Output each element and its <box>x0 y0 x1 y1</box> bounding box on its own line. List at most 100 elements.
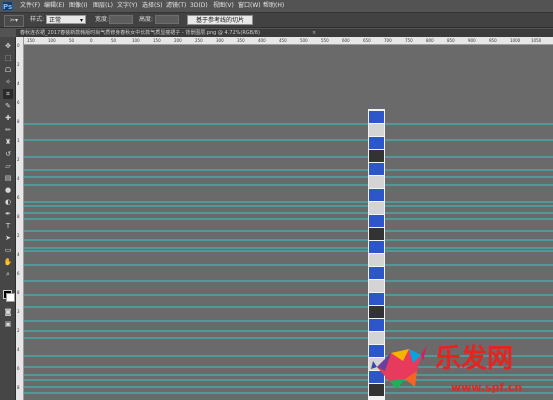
hand-tool-icon[interactable]: ✋ <box>3 257 13 267</box>
width-label: 宽度: <box>95 16 110 23</box>
product-thumbnail <box>369 163 384 175</box>
brush-tool-icon[interactable]: ✏ <box>3 125 13 135</box>
path-selection-tool-icon[interactable]: ➤ <box>3 233 13 243</box>
shape-tool-icon[interactable]: ▭ <box>3 245 13 255</box>
lasso-tool-icon[interactable]: ᗝ <box>3 65 13 75</box>
ruler-tick-label: 100 <box>132 38 140 43</box>
watermark-brand: 乐发网 <box>435 343 513 374</box>
blur-tool-icon[interactable]: ● <box>3 185 13 195</box>
magic-wand-tool-icon[interactable]: ✧ <box>3 77 13 87</box>
chevron-down-icon: ▾ <box>79 17 83 24</box>
ruler-tick-label: 8 <box>17 290 20 295</box>
product-thumbnail <box>369 137 384 149</box>
menu-edit[interactable]: 编辑(E) <box>44 2 64 10</box>
product-thumbnail <box>369 111 384 123</box>
ruler-tick-label: 6 <box>17 100 20 105</box>
move-tool-icon[interactable]: ✥ <box>3 41 13 51</box>
document-tab[interactable]: 春秋连衣裙_2017春装新款韩版时尚气质修身春秋女中长款气质显瘦裙子 - 背景图… <box>20 29 260 37</box>
type-tool-icon[interactable]: T <box>3 221 13 231</box>
menu-bar: Ps 文件(F) 编辑(E) 图像(I) 图层(L) 文字(Y) 选择(S) 滤… <box>0 0 553 12</box>
product-thumbnail <box>369 202 384 214</box>
product-thumbnail <box>369 267 384 279</box>
menu-help[interactable]: 帮助(H) <box>263 2 284 10</box>
ruler-tick-label: 8 <box>17 214 20 219</box>
zoom-tool-icon[interactable]: ⌕ <box>3 269 13 279</box>
ruler-tick-label: 8 <box>17 119 20 124</box>
ruler-tick-label: 150 <box>27 38 35 43</box>
gradient-tool-icon[interactable]: ▤ <box>3 173 13 183</box>
dodge-tool-icon[interactable]: ◐ <box>3 197 13 207</box>
width-field[interactable] <box>109 15 133 24</box>
ruler-tick-label: 1050 <box>531 38 542 43</box>
menu-filter[interactable]: 滤镜(T) <box>166 2 186 10</box>
menu-3d[interactable]: 3D(D) <box>190 2 208 10</box>
style-label: 样式: <box>30 16 45 23</box>
healing-brush-tool-icon[interactable]: ✚ <box>3 113 13 123</box>
ruler-tick-label: 600 <box>342 38 350 43</box>
bull-logo-icon <box>371 345 427 389</box>
height-label: 高度: <box>139 16 154 23</box>
screen-mode-icon[interactable]: ▣ <box>3 319 13 329</box>
ruler-tick-label: 4 <box>17 347 20 352</box>
ruler-tick-label: 200 <box>174 38 182 43</box>
product-thumbnail <box>369 124 384 136</box>
ruler-tick-label: 950 <box>489 38 497 43</box>
menu-file[interactable]: 文件(F) <box>20 2 40 10</box>
ruler-tick-label: 700 <box>384 38 392 43</box>
ruler-tick-label: 4 <box>17 252 20 257</box>
ruler-tick-label: 1 <box>17 138 20 143</box>
menu-type[interactable]: 文字(Y) <box>117 2 137 10</box>
ruler-tick-label: 350 <box>237 38 245 43</box>
photoshop-logo: Ps <box>2 1 13 11</box>
ruler-tick-label: 50 <box>69 38 75 43</box>
ruler-tick-label: 50 <box>111 38 117 43</box>
ruler-tick-label: 150 <box>153 38 161 43</box>
slice-tool-icon[interactable]: ✂▾ <box>4 15 24 27</box>
product-thumbnail <box>369 241 384 253</box>
ruler-tick-label: 4 <box>17 81 20 86</box>
watermark-url: www.spf.cn <box>451 381 522 394</box>
history-brush-tool-icon[interactable]: ↺ <box>3 149 13 159</box>
slices-from-guides-button[interactable]: 基于参考线的切片 <box>187 15 253 25</box>
style-select[interactable]: 正常 ▾ <box>46 15 86 24</box>
quick-mask-icon[interactable]: ◙ <box>3 307 13 317</box>
marquee-tool-icon[interactable]: ⬚ <box>3 53 13 63</box>
menu-layer[interactable]: 图层(L) <box>93 2 113 10</box>
ruler-tick-label: 800 <box>426 38 434 43</box>
clone-stamp-tool-icon[interactable]: ♜ <box>3 137 13 147</box>
menu-image[interactable]: 图像(I) <box>69 2 87 10</box>
ruler-tick-label: 6 <box>17 366 20 371</box>
product-thumbnail <box>369 189 384 201</box>
pen-tool-icon[interactable]: ✒ <box>3 209 13 219</box>
ruler-tick-label: 6 <box>17 271 20 276</box>
document-tab-bar: 春秋连衣裙_2017春装新款韩版时尚气质修身春秋女中长款气质显瘦裙子 - 背景图… <box>16 29 553 37</box>
menu-select[interactable]: 选择(S) <box>142 2 163 10</box>
product-thumbnail <box>369 150 384 162</box>
menu-view[interactable]: 视图(V) <box>213 2 234 10</box>
ruler-tick-label: 500 <box>300 38 308 43</box>
crop-tool-icon[interactable]: ⌗ <box>3 89 13 99</box>
background-color-swatch[interactable] <box>6 293 15 302</box>
height-field[interactable] <box>155 15 179 24</box>
product-thumbnail <box>369 176 384 188</box>
ruler-tick-label: 2 <box>17 233 20 238</box>
product-thumbnail <box>369 228 384 240</box>
ruler-tick-label: 2 <box>17 157 20 162</box>
eyedropper-tool-icon[interactable]: ✎ <box>3 101 13 111</box>
ruler-tick-label: 3 <box>17 309 20 314</box>
eraser-tool-icon[interactable]: ▱ <box>3 161 13 171</box>
horizontal-ruler[interactable]: 150 100 50 0 50 100 150 200 250 300 350 400 450 500 55… <box>24 37 553 45</box>
vertical-ruler[interactable]: 0 2 4 6 8 1 2 4 6 8 2 4 6 8 3 2 4 6 8 <box>16 37 24 400</box>
menu-window[interactable]: 窗口(W) <box>238 2 261 10</box>
ruler-tick-label: 650 <box>363 38 371 43</box>
style-value: 正常 <box>49 17 62 24</box>
ruler-tick-label: 8 <box>17 385 20 390</box>
ruler-tick-label: 750 <box>405 38 413 43</box>
ruler-tick-label: 450 <box>279 38 287 43</box>
ruler-tick-label: 1000 <box>510 38 521 43</box>
ruler-tick-label: 4 <box>17 176 20 181</box>
product-thumbnail <box>369 306 384 318</box>
ruler-tick-label: 900 <box>468 38 476 43</box>
close-icon[interactable]: × <box>312 29 316 37</box>
ruler-tick-label: 550 <box>321 38 329 43</box>
